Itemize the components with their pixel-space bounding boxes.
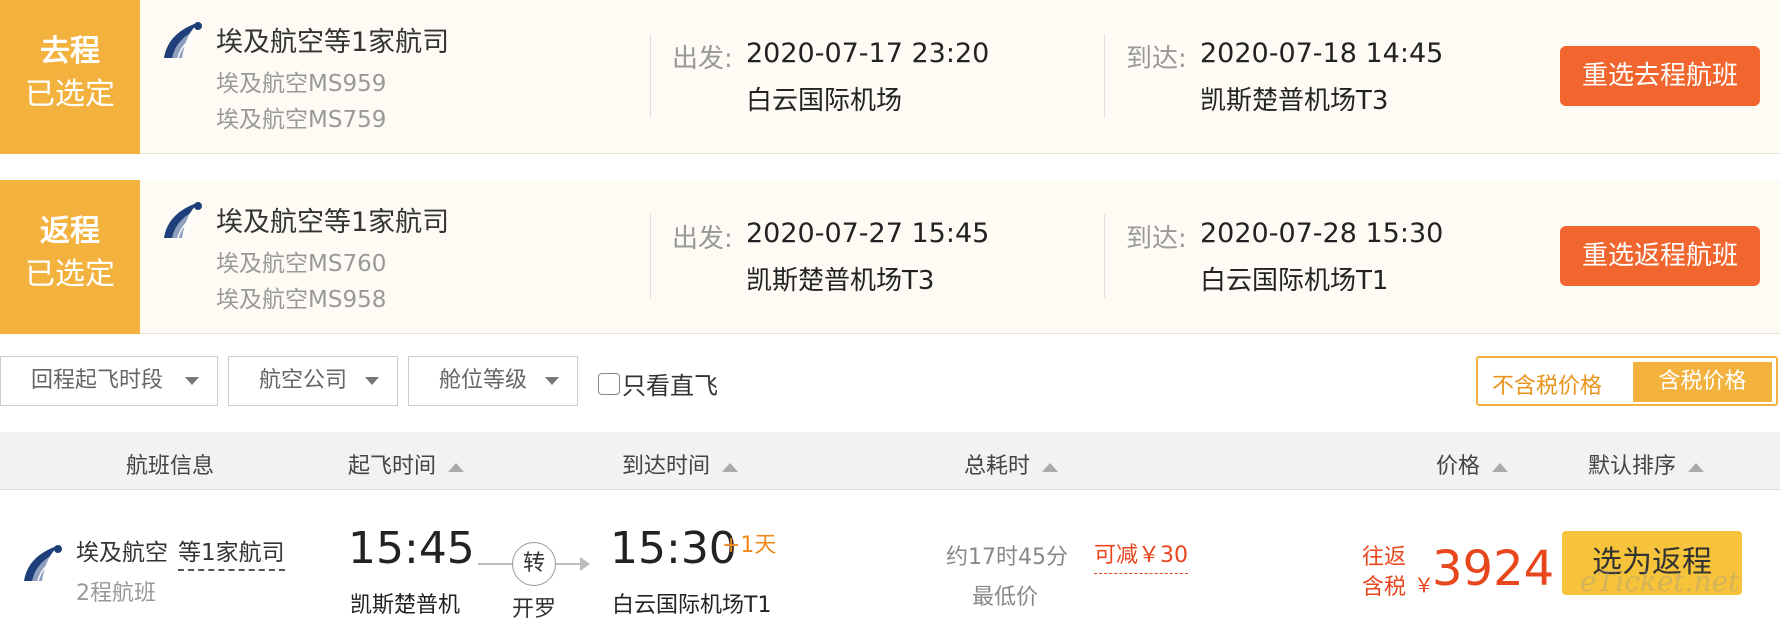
egyptair-logo-icon — [24, 545, 62, 582]
outbound-depart-label: 出发: — [672, 44, 733, 74]
result-legs: 2程航班 — [76, 581, 156, 606]
outbound-depart-airport: 白云国际机场 — [746, 86, 903, 116]
watermark: eTicket.net — [1580, 565, 1740, 598]
cabin-dropdown[interactable]: 舱位等级 — [408, 356, 578, 406]
result-depart-time: 15:45 — [348, 523, 475, 574]
outbound-segment: 去程 已选定 埃及航空等1家航司 埃及航空MS959 埃及航空MS759 出发:… — [0, 0, 1780, 154]
col-flight-info: 航班信息 — [126, 448, 214, 480]
cabin-filter-label: 舱位等级 — [439, 368, 528, 393]
results-header: 航班信息 起飞时间 到达时间 总耗时 价格 默认排序 — [0, 432, 1780, 490]
transfer-city: 开罗 — [512, 597, 557, 622]
return-airline: 埃及航空等1家航司 — [216, 207, 450, 238]
caret-down-icon — [365, 377, 379, 385]
lowest-price-tag: 最低价 — [972, 585, 1039, 610]
result-price: 3924 — [1432, 541, 1555, 597]
return-depart-label: 出发: — [672, 224, 733, 254]
sort-up-icon — [448, 462, 465, 472]
sort-up-icon — [1042, 462, 1059, 472]
filter-bar: 回程起飞时段 航空公司 舱位等级 只看直飞 不含税价格 含税价格 — [0, 356, 1780, 406]
tax-toggle: 不含税价格 含税价格 — [1476, 356, 1778, 406]
caret-down-icon — [185, 377, 199, 385]
divider — [1104, 214, 1105, 298]
plus-day-badge: +1天 — [722, 533, 777, 558]
time-slot-dropdown[interactable]: 回程起飞时段 — [0, 356, 218, 406]
return-segment: 返程 已选定 埃及航空等1家航司 埃及航空MS760 埃及航空MS958 出发:… — [0, 180, 1780, 334]
result-airline: 埃及航空 — [76, 540, 168, 566]
outbound-arrive-airport: 凯斯楚普机场T3 — [1200, 86, 1389, 116]
sort-up-icon — [722, 462, 739, 472]
outbound-tag-status: 已选定 — [25, 77, 115, 112]
divider — [650, 214, 651, 298]
outbound-arrive-time: 2020-07-18 14:45 — [1200, 38, 1444, 69]
arrow-right-icon — [580, 557, 590, 571]
egyptair-logo-icon — [164, 202, 202, 239]
outbound-tag-direction: 去程 — [40, 34, 100, 69]
outbound-flight-number: 埃及航空MS959 — [216, 71, 387, 97]
direct-only-checkbox[interactable] — [598, 373, 620, 395]
discount-link[interactable]: 可减￥30 — [1094, 537, 1188, 574]
outbound-tag: 去程 已选定 — [0, 0, 140, 154]
sort-up-icon — [1492, 462, 1509, 472]
col-depart-time-label: 起飞时间 — [348, 454, 437, 479]
tax-excluded-option[interactable]: 不含税价格 — [1492, 368, 1602, 400]
sort-default[interactable]: 默认排序 — [1588, 448, 1705, 480]
return-arrive-airport: 白云国际机场T1 — [1200, 266, 1389, 296]
result-duration: 约17时45分 — [946, 545, 1068, 570]
return-depart-time: 2020-07-27 15:45 — [746, 218, 990, 249]
round-trip-label: 往返 — [1362, 545, 1407, 570]
divider — [650, 34, 651, 118]
flight-result-row: 埃及航空 等1家航司 2程航班 15:45 凯斯楚普机 转 开罗 15:30 +… — [0, 491, 1780, 622]
airline-dropdown[interactable]: 航空公司 — [228, 356, 398, 406]
more-airlines-link[interactable]: 等1家航司 — [178, 533, 285, 571]
return-tag: 返程 已选定 — [0, 180, 140, 334]
col-flight-info-label: 航班信息 — [126, 454, 215, 479]
return-arrive-time: 2020-07-28 15:30 — [1200, 218, 1444, 249]
col-arrive-time-label: 到达时间 — [622, 454, 711, 479]
return-depart-airport: 凯斯楚普机场T3 — [746, 266, 935, 296]
time-slot-label: 回程起飞时段 — [31, 368, 164, 393]
col-duration-label: 总耗时 — [964, 454, 1031, 479]
sort-arrive-time[interactable]: 到达时间 — [622, 448, 739, 480]
egyptair-logo-icon — [164, 22, 202, 59]
result-depart-airport: 凯斯楚普机 — [350, 593, 461, 618]
reselect-return-button[interactable]: 重选返程航班 — [1560, 226, 1760, 286]
direct-only-label[interactable]: 只看直飞 — [622, 366, 718, 401]
tax-included-label: 含税 — [1362, 575, 1407, 600]
return-arrive-label: 到达: — [1126, 224, 1187, 254]
tax-included-option[interactable]: 含税价格 — [1633, 362, 1772, 402]
currency-symbol: ￥ — [1414, 573, 1434, 597]
result-arrive-time: 15:30 — [610, 523, 737, 574]
sort-duration[interactable]: 总耗时 — [964, 448, 1059, 480]
transfer-badge[interactable]: 转 — [512, 542, 556, 586]
return-flight-number: 埃及航空MS958 — [216, 287, 387, 313]
col-default-sort-label: 默认排序 — [1588, 454, 1677, 479]
divider — [1104, 34, 1105, 118]
sort-depart-time[interactable]: 起飞时间 — [348, 448, 465, 480]
sort-price[interactable]: 价格 — [1436, 448, 1509, 480]
outbound-arrive-label: 到达: — [1126, 44, 1187, 74]
caret-down-icon — [545, 377, 559, 385]
outbound-depart-time: 2020-07-17 23:20 — [746, 38, 990, 69]
result-arrive-airport: 白云国际机场T1 — [612, 593, 772, 618]
outbound-airline: 埃及航空等1家航司 — [216, 27, 450, 58]
col-price-label: 价格 — [1436, 454, 1481, 479]
sort-up-icon — [1688, 462, 1705, 472]
return-tag-direction: 返程 — [40, 214, 100, 249]
reselect-outbound-button[interactable]: 重选去程航班 — [1560, 46, 1760, 106]
return-flight-number: 埃及航空MS760 — [216, 251, 387, 277]
outbound-flight-number: 埃及航空MS759 — [216, 107, 387, 133]
return-tag-status: 已选定 — [25, 257, 115, 292]
airline-filter-label: 航空公司 — [259, 368, 348, 393]
